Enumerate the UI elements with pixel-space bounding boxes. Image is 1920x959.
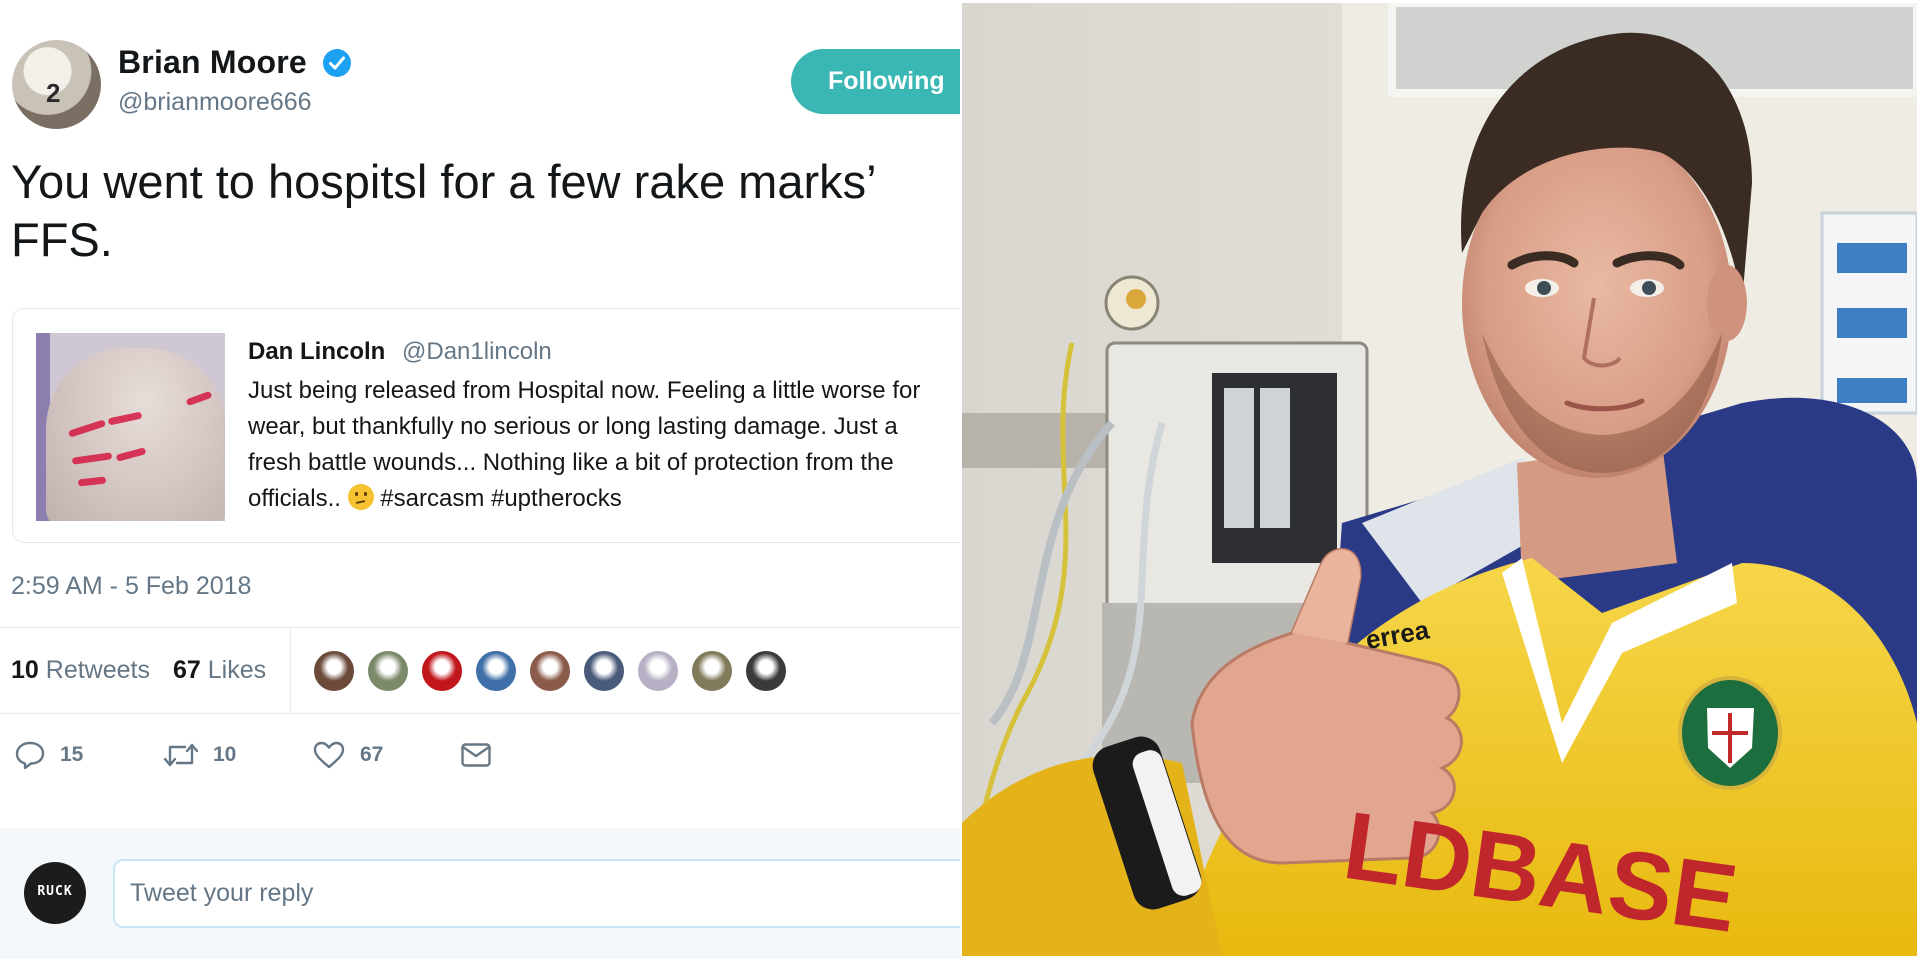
likes-label: Likes	[207, 656, 267, 684]
direct-message-action[interactable]	[460, 737, 492, 773]
quoted-text-line: fresh battle wounds... Nothing like a bi…	[248, 449, 894, 476]
quoted-tweet-card[interactable]: Dan Lincoln @Dan1lincoln Just being rele…	[12, 308, 960, 543]
reply-input[interactable]	[113, 859, 960, 928]
likes-count: 67	[173, 656, 201, 684]
author-handle[interactable]: @brianmoore666	[118, 88, 312, 117]
liker-avatar-6[interactable]	[582, 649, 626, 693]
quoted-hashtags[interactable]: #sarcasm #uptherocks	[380, 485, 621, 512]
author-name[interactable]: Brian Moore	[118, 44, 307, 81]
avatar-jersey-number: 2	[46, 78, 61, 108]
like-action[interactable]: 67	[312, 737, 383, 773]
liker-avatar-5[interactable]	[528, 649, 572, 693]
hospital-selfie-illustration: LDBASE errea	[962, 3, 1917, 956]
quoted-text-line-last: officials.. #sarcasm #uptherocks	[248, 481, 960, 517]
divider	[0, 627, 960, 628]
supply-box	[1837, 378, 1907, 403]
supply-box	[1837, 308, 1907, 338]
quoted-text-line: wear, but thankfully no serious or long …	[248, 413, 898, 440]
supply-box	[1837, 243, 1907, 273]
reply-action[interactable]: 15	[14, 737, 83, 773]
machine-gauge	[1224, 388, 1254, 528]
liker-avatar-4[interactable]	[474, 649, 518, 693]
liker-avatar-9[interactable]	[744, 649, 788, 693]
tweet-text: You went to hospitsl for a few rake mark…	[11, 153, 960, 269]
liker-avatar-2[interactable]	[366, 649, 410, 693]
retweets-count: 10	[11, 656, 39, 684]
retweet-action[interactable]: 10	[163, 737, 236, 773]
heart-icon	[313, 741, 345, 769]
machine-gauge	[1260, 388, 1290, 528]
tweet-text-line: FFS.	[11, 213, 113, 266]
quoted-tweet-text: Just being released from Hospital now. F…	[248, 373, 960, 517]
ear	[1707, 265, 1747, 341]
quoted-author-name[interactable]: Dan Lincoln	[248, 338, 385, 366]
quoted-text-line: Just being released from Hospital now. F…	[248, 377, 921, 404]
ruck-avatar-text: RUCK	[37, 884, 73, 899]
liker-avatar-7[interactable]	[636, 649, 680, 693]
divider	[0, 713, 960, 714]
envelope-icon	[461, 743, 491, 767]
lamp-bulb	[1126, 289, 1146, 309]
quoted-author-handle[interactable]: @Dan1lincoln	[402, 338, 552, 366]
reply-count: 15	[60, 743, 84, 766]
quoted-text-officials: officials..	[248, 485, 341, 512]
thinking-face-emoji-icon	[347, 484, 374, 510]
likes-stat[interactable]: 67 Likes	[173, 656, 266, 685]
tweet-panel: 2 Brian Moore @brianmoore666 Following Y…	[0, 0, 960, 959]
tweet-timestamp[interactable]: 2:59 AM - 5 Feb 2018	[11, 572, 251, 601]
reply-icon	[15, 741, 45, 770]
liker-avatar-3[interactable]	[420, 649, 464, 693]
verified-badge-icon	[323, 49, 351, 77]
ruck-avatar: RUCK	[24, 862, 86, 924]
following-button[interactable]: Following	[791, 49, 960, 114]
liker-avatar-1[interactable]	[312, 649, 356, 693]
stats-divider	[290, 628, 291, 713]
retweet-count: 10	[213, 743, 237, 766]
scratched-back-photo[interactable]	[36, 333, 225, 521]
pupil-right	[1642, 281, 1656, 295]
retweets-label: Retweets	[45, 656, 150, 684]
author-avatar[interactable]: 2	[12, 40, 101, 129]
tweet-text-line: You went to hospitsl for a few rake mark…	[11, 155, 877, 208]
hospital-selfie-photo: LDBASE errea	[962, 3, 1917, 956]
pupil-left	[1537, 281, 1551, 295]
like-count: 67	[360, 743, 384, 766]
retweets-stat[interactable]: 10 Retweets	[11, 656, 150, 685]
retweet-icon	[163, 743, 199, 767]
liker-avatar-8[interactable]	[690, 649, 734, 693]
